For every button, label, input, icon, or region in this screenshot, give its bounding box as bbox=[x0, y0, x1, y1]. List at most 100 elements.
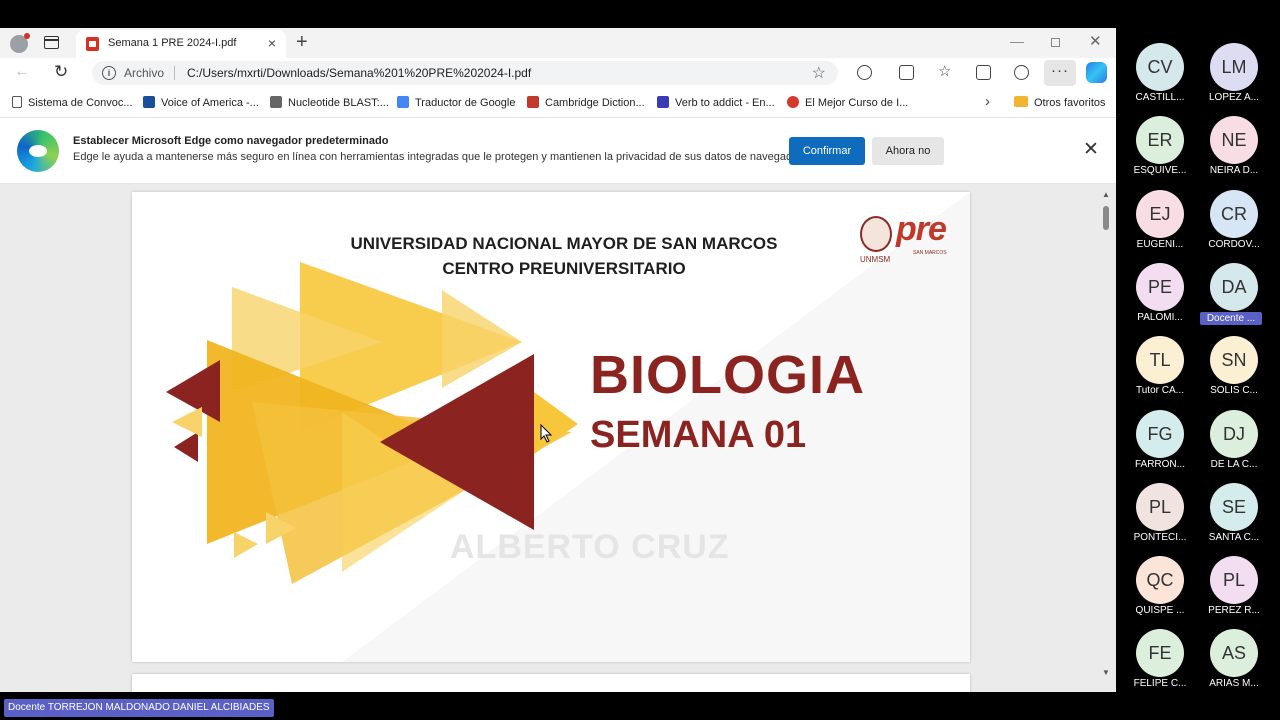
participant-name: LOPEZ A... bbox=[1208, 92, 1260, 103]
chevron-right-icon[interactable]: › bbox=[985, 93, 990, 110]
bookmark-label: El Mejor Curso de I... bbox=[805, 97, 909, 109]
favorites-icon[interactable]: ☆ bbox=[938, 64, 953, 80]
browser-essentials-icon[interactable] bbox=[1014, 65, 1029, 80]
avatar: AS bbox=[1210, 629, 1258, 678]
profile-avatar-icon[interactable] bbox=[10, 33, 30, 53]
participant-name: NEIRA D... bbox=[1209, 165, 1259, 177]
back-arrow-icon[interactable]: ← bbox=[14, 63, 30, 81]
slide-title: BIOLOGIA bbox=[590, 345, 865, 405]
participant-tile[interactable]: QC QUISPE ... bbox=[1124, 556, 1196, 626]
edge-browser-window: Semana 1 PRE 2024-I.pdf × + — ✕ ← ↻ i Ar… bbox=[0, 28, 1116, 692]
center-name: CENTRO PREUNIVERSITARIO bbox=[442, 259, 686, 278]
participant-name: EUGENI... bbox=[1136, 238, 1184, 250]
participant-name: DE LA C... bbox=[1210, 458, 1258, 470]
scrollbar[interactable]: ▲ ▼ bbox=[1100, 184, 1112, 692]
window-close-icon[interactable]: ✕ bbox=[1089, 32, 1102, 50]
other-favorites-folder[interactable]: Otros favoritos bbox=[1014, 96, 1106, 109]
tab-pdf[interactable]: Semana 1 PRE 2024-I.pdf × bbox=[76, 30, 286, 58]
participant-tile[interactable]: PE PALOMI... bbox=[1124, 262, 1196, 333]
tab-bar: Semana 1 PRE 2024-I.pdf × + — ✕ bbox=[0, 28, 1116, 58]
navigation-toolbar: ← ↻ i Archivo C:/Users/mxrti/Downloads/S… bbox=[0, 58, 1116, 88]
avatar: SN bbox=[1210, 336, 1258, 385]
participant-tile[interactable]: PL PEREZ R... bbox=[1198, 556, 1270, 626]
bookmark-item[interactable]: Sistema de Convoc... bbox=[12, 96, 133, 109]
participant-tile[interactable]: EJ EUGENI... bbox=[1124, 189, 1196, 260]
unmsm-seal-icon bbox=[860, 216, 892, 252]
participant-name: CASTILL... bbox=[1135, 92, 1185, 103]
avatar: LM bbox=[1210, 43, 1258, 91]
collections-icon[interactable] bbox=[976, 65, 991, 80]
participant-name: SOLIS C... bbox=[1210, 385, 1258, 397]
avatar: PL bbox=[1210, 556, 1258, 605]
info-icon[interactable]: i bbox=[102, 66, 116, 80]
bookmark-label: Sistema de Convoc... bbox=[28, 97, 133, 109]
participant-tile[interactable]: DJ DE LA C... bbox=[1198, 409, 1270, 480]
folder-icon bbox=[1014, 96, 1028, 107]
split-screen-icon[interactable] bbox=[899, 65, 914, 80]
participant-tile[interactable]: DA Docente ... bbox=[1198, 262, 1270, 333]
bookmark-item[interactable]: Cambridge Diction... bbox=[527, 96, 645, 109]
participant-tile[interactable]: FG FARRON... bbox=[1124, 409, 1196, 480]
cambridge-icon bbox=[527, 96, 539, 108]
participant-tile[interactable]: NE NEIRA D... bbox=[1198, 116, 1270, 186]
reload-icon[interactable]: ↻ bbox=[54, 62, 68, 82]
not-now-button[interactable]: Ahora no bbox=[872, 137, 944, 165]
bookmark-item[interactable]: Traductor de Google bbox=[397, 96, 515, 109]
bookmark-item[interactable]: Verb to addict - En... bbox=[657, 96, 775, 109]
scroll-down-icon[interactable]: ▼ bbox=[1102, 668, 1110, 677]
address-url[interactable]: C:/Users/mxrti/Downloads/Semana%201%20PR… bbox=[187, 66, 531, 80]
participant-tile[interactable]: TL Tutor CA... bbox=[1124, 336, 1196, 406]
avatar: PE bbox=[1136, 262, 1184, 311]
participant-name: QUISPE ... bbox=[1135, 605, 1185, 617]
participant-tile[interactable]: CV CASTILL... bbox=[1124, 43, 1196, 113]
participant-name: Tutor CA... bbox=[1136, 385, 1184, 397]
bookmark-label: Verb to addict - En... bbox=[675, 97, 775, 109]
participant-tile[interactable]: CR CORDOV... bbox=[1198, 189, 1270, 260]
maximize-icon[interactable] bbox=[1051, 38, 1060, 47]
avatar: NE bbox=[1210, 116, 1258, 165]
participant-name: PALOMI... bbox=[1137, 311, 1183, 323]
favorite-star-icon[interactable]: ☆ bbox=[812, 63, 826, 83]
infobar-text: Edge le ayuda a mantenerse más seguro en… bbox=[73, 151, 807, 163]
extensions-icon[interactable] bbox=[857, 65, 872, 80]
bookmark-label: Voice of America -... bbox=[161, 97, 259, 109]
participant-tile[interactable]: PL PONTECI... bbox=[1124, 482, 1196, 553]
participant-tile[interactable]: ER ESQUIVE... bbox=[1124, 116, 1196, 186]
scroll-thumb[interactable] bbox=[1103, 206, 1109, 230]
pdf-viewer[interactable]: UNIVERSIDAD NACIONAL MAYOR DE SAN MARCOS… bbox=[0, 184, 1116, 692]
participant-name: ARIAS M... bbox=[1209, 678, 1259, 690]
address-divider bbox=[174, 66, 175, 80]
pdf-next-page bbox=[132, 674, 970, 692]
participant-tile[interactable]: LM LOPEZ A... bbox=[1198, 43, 1270, 113]
tab-close-icon[interactable]: × bbox=[268, 35, 276, 51]
tab-actions-icon[interactable] bbox=[44, 36, 59, 49]
pre-logo: UNMSM pre SAN MARCOS bbox=[858, 210, 958, 266]
pdf-page: UNIVERSIDAD NACIONAL MAYOR DE SAN MARCOS… bbox=[132, 192, 970, 662]
bookmark-label: Cambridge Diction... bbox=[545, 97, 645, 109]
default-browser-infobar: Establecer Microsoft Edge como navegador… bbox=[0, 118, 1116, 184]
participant-tile[interactable]: AS ARIAS M... bbox=[1198, 629, 1270, 699]
participant-tile[interactable]: SE SANTA C... bbox=[1198, 482, 1270, 553]
bookmark-label: Nucleotide BLAST:... bbox=[288, 97, 389, 109]
more-options-button[interactable]: ··· bbox=[1044, 60, 1076, 86]
address-bar[interactable]: i Archivo C:/Users/mxrti/Downloads/Seman… bbox=[92, 61, 838, 85]
avatar: EJ bbox=[1136, 189, 1184, 238]
minimize-icon[interactable]: — bbox=[1010, 33, 1024, 49]
bookmark-item[interactable]: Nucleotide BLAST:... bbox=[270, 96, 389, 109]
bookmark-item[interactable]: El Mejor Curso de I... bbox=[787, 96, 908, 109]
course-icon bbox=[787, 96, 799, 108]
copilot-icon[interactable] bbox=[1086, 62, 1107, 83]
edge-logo-icon bbox=[17, 130, 59, 172]
participant-name: PEREZ R... bbox=[1208, 605, 1260, 617]
participant-tile[interactable]: SN SOLIS C... bbox=[1198, 336, 1270, 406]
page-icon bbox=[12, 96, 22, 108]
logo-small-text: SAN MARCOS bbox=[913, 250, 947, 256]
address-scheme-label: Archivo bbox=[124, 66, 165, 80]
scroll-up-icon[interactable]: ▲ bbox=[1102, 190, 1110, 199]
confirm-button[interactable]: Confirmar bbox=[789, 137, 865, 165]
bookmarks-bar: Sistema de Convoc... Voice of America -.… bbox=[0, 88, 1116, 118]
participant-tile[interactable]: FE FELIPE C... bbox=[1124, 629, 1196, 699]
close-icon[interactable]: ✕ bbox=[1083, 138, 1099, 161]
new-tab-icon[interactable]: + bbox=[296, 31, 308, 54]
bookmark-item[interactable]: Voice of America -... bbox=[143, 96, 259, 109]
